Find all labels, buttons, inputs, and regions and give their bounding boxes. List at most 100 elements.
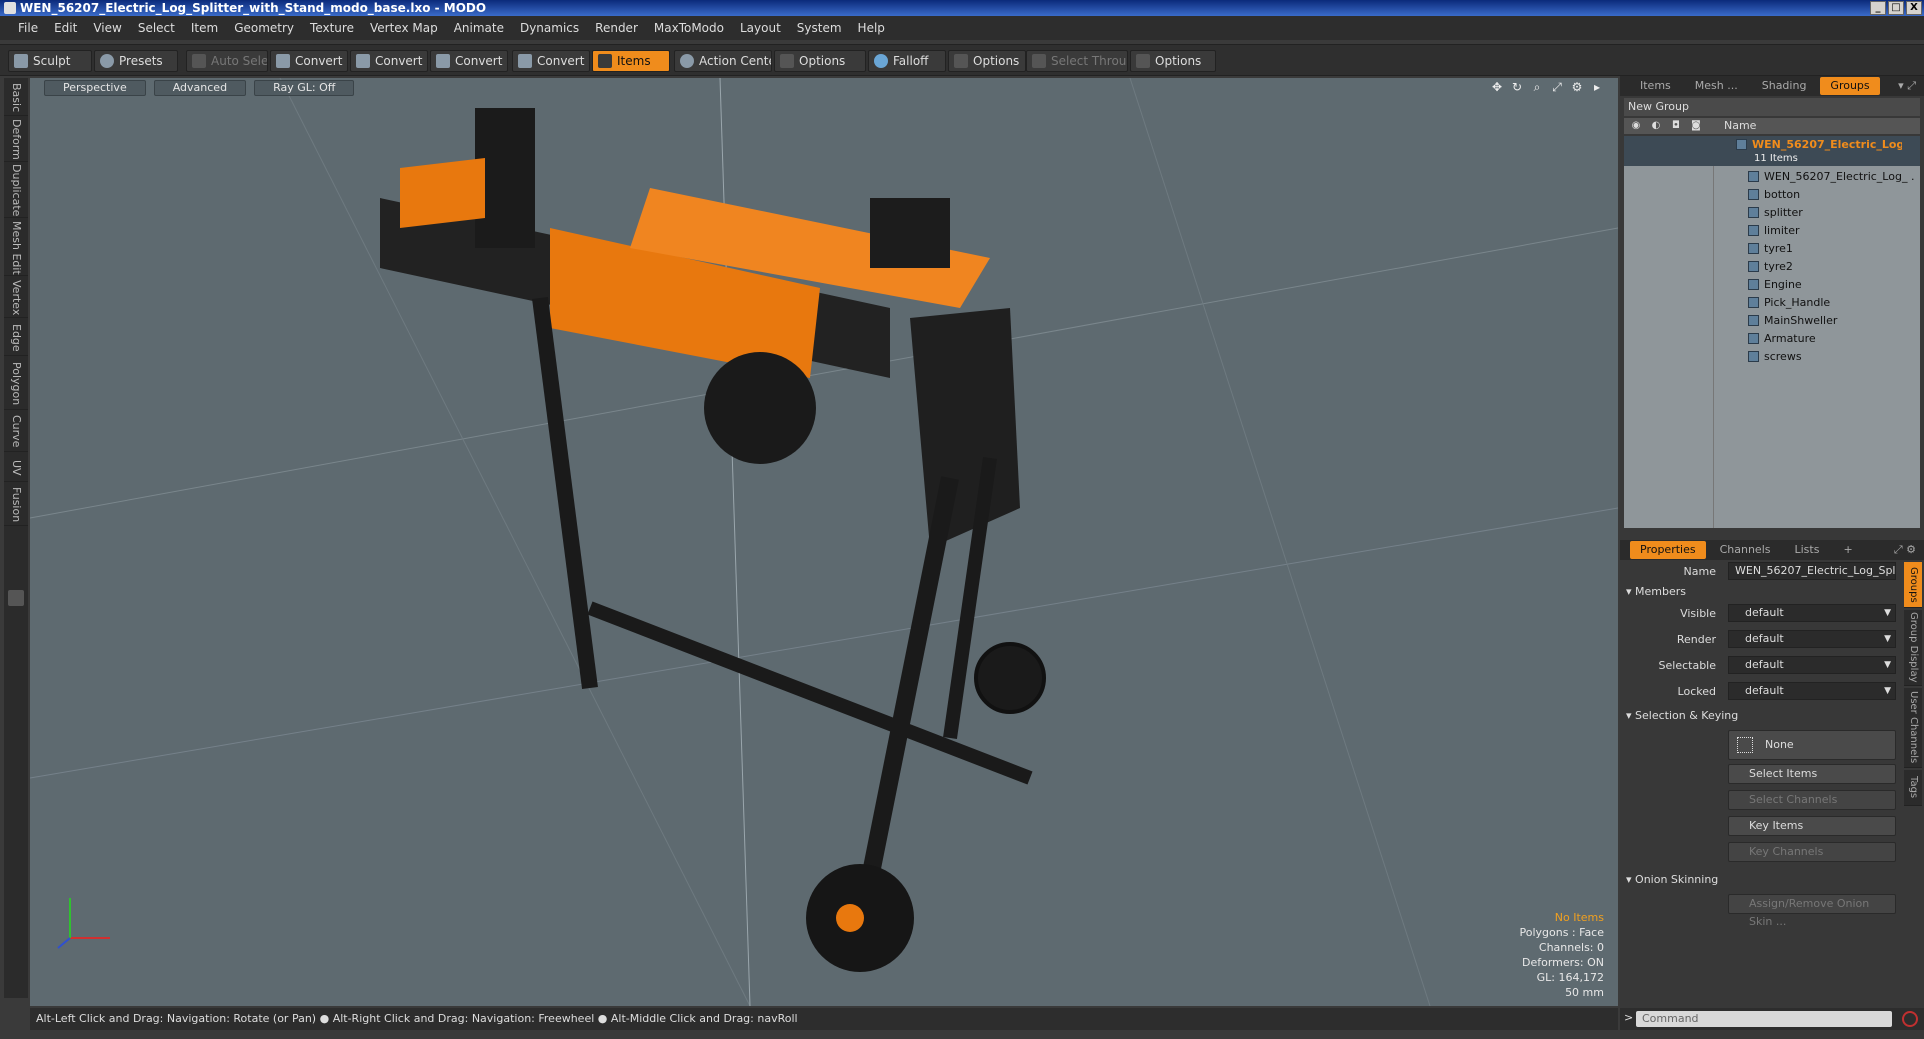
items-mode-button[interactable]: Items bbox=[592, 50, 670, 72]
key-items-button[interactable]: Key Items bbox=[1728, 816, 1896, 836]
render-icon[interactable]: ◐ bbox=[1650, 120, 1662, 132]
panel-menu-icon[interactable]: ▾ ⤢ bbox=[1898, 79, 1916, 93]
tree-item[interactable]: Engine bbox=[1624, 276, 1920, 294]
perspective-dropdown[interactable]: Perspective bbox=[44, 80, 146, 96]
tree-item[interactable]: tyre1 bbox=[1624, 240, 1920, 258]
close-button[interactable]: X bbox=[1906, 1, 1922, 15]
tree-item[interactable]: botton bbox=[1624, 186, 1920, 204]
sculpt-button[interactable]: Sculpt bbox=[8, 50, 92, 72]
3d-viewport[interactable]: No Items Polygons : Face Channels: 0 Def… bbox=[30, 78, 1618, 1006]
render-select[interactable]: default ▼ bbox=[1728, 630, 1896, 648]
tab-curve[interactable]: Curve bbox=[4, 412, 28, 452]
presets-button[interactable]: PresetsF6 bbox=[94, 50, 178, 72]
name-column[interactable]: Name bbox=[1724, 118, 1756, 134]
tree-item[interactable]: Pick_Handle bbox=[1624, 294, 1920, 312]
zoom-icon[interactable]: ⌕ bbox=[1530, 80, 1544, 94]
menu-geometry[interactable]: Geometry bbox=[226, 21, 302, 35]
tab-properties[interactable]: Properties bbox=[1630, 541, 1706, 559]
key-channels-button[interactable]: Key Channels bbox=[1728, 842, 1896, 862]
assign-onion-skin-button[interactable]: Assign/Remove Onion Skin ... bbox=[1728, 894, 1896, 928]
menu-select[interactable]: Select bbox=[130, 21, 183, 35]
onion-skinning-section[interactable]: ▾ Onion Skinning bbox=[1626, 872, 1916, 888]
convert-button-2[interactable]: Convert bbox=[350, 50, 428, 72]
record-icon[interactable] bbox=[1902, 1011, 1918, 1027]
tree-item[interactable]: limiter bbox=[1624, 222, 1920, 240]
menu-edit[interactable]: Edit bbox=[46, 21, 85, 35]
tab-basic[interactable]: Basic bbox=[4, 80, 28, 116]
falloff-options-button[interactable]: Options bbox=[948, 50, 1026, 72]
new-group-button[interactable]: New Group bbox=[1624, 98, 1920, 116]
tab-vertex[interactable]: Vertex bbox=[4, 278, 28, 318]
tree-item[interactable]: Armature bbox=[1624, 330, 1920, 348]
fit-icon[interactable]: ⤢ bbox=[1550, 80, 1564, 94]
play-icon[interactable]: ▸ bbox=[1590, 80, 1604, 94]
tab-channels[interactable]: Channels bbox=[1710, 541, 1781, 559]
group-root-row[interactable]: WEN_56207_Electric_Log ... 11 Items bbox=[1624, 136, 1920, 166]
tree-item[interactable]: MainShweller bbox=[1624, 312, 1920, 330]
menu-help[interactable]: Help bbox=[850, 21, 893, 35]
selection-keying-section[interactable]: ▾ Selection & Keying bbox=[1626, 708, 1916, 724]
menu-file[interactable]: File bbox=[10, 21, 46, 35]
visible-select[interactable]: default ▼ bbox=[1728, 604, 1896, 622]
advanced-dropdown[interactable]: Advanced bbox=[153, 80, 247, 96]
menu-system[interactable]: System bbox=[789, 21, 850, 35]
tab-polygon[interactable]: Polygon bbox=[4, 358, 28, 410]
side-tab-user-channels[interactable]: User Channels bbox=[1904, 688, 1922, 768]
menu-texture[interactable]: Texture bbox=[302, 21, 362, 35]
minimize-button[interactable]: _ bbox=[1870, 1, 1886, 15]
group-name-input[interactable]: WEN_56207_Electric_Log_Splitte bbox=[1728, 562, 1896, 580]
action-center-button[interactable]: Action Center bbox=[674, 50, 772, 72]
side-tab-tags[interactable]: Tags bbox=[1904, 770, 1922, 806]
none-button[interactable]: None bbox=[1728, 730, 1896, 760]
expand-icon[interactable] bbox=[8, 590, 24, 606]
maximize-button[interactable]: □ bbox=[1888, 1, 1904, 15]
lock-icon[interactable]: ◘ bbox=[1670, 120, 1682, 132]
tree-item[interactable]: screws bbox=[1624, 348, 1920, 366]
selectable-select[interactable]: default ▼ bbox=[1728, 656, 1896, 674]
tab-shading[interactable]: Shading bbox=[1752, 77, 1817, 95]
tree-item[interactable]: tyre2 bbox=[1624, 258, 1920, 276]
pan-icon[interactable]: ✥ bbox=[1490, 80, 1504, 94]
select-items-button[interactable]: Select Items bbox=[1728, 764, 1896, 784]
tab-items[interactable]: Items bbox=[1630, 77, 1681, 95]
tab-lists[interactable]: Lists bbox=[1785, 541, 1830, 559]
menu-render[interactable]: Render bbox=[587, 21, 646, 35]
select-channels-button[interactable]: Select Channels bbox=[1728, 790, 1896, 810]
tab-deform[interactable]: Deform bbox=[4, 118, 28, 162]
ray-gl-toggle[interactable]: Ray GL: Off bbox=[254, 80, 355, 96]
tree-item[interactable]: WEN_56207_Electric_Log_ ... bbox=[1624, 168, 1920, 186]
convert-button-4[interactable]: Convert bbox=[512, 50, 590, 72]
gear-icon[interactable]: ⚙ bbox=[1570, 80, 1584, 94]
menu-maxtomodo[interactable]: MaxToModo bbox=[646, 21, 732, 35]
members-section[interactable]: ▾ Members bbox=[1626, 584, 1916, 600]
tab-uv[interactable]: UV bbox=[4, 454, 28, 482]
panel-menu-icon[interactable]: ⤢ ⚙ bbox=[1894, 543, 1916, 557]
auto-select-button[interactable]: Auto Select bbox=[186, 50, 268, 72]
command-input[interactable]: Command bbox=[1636, 1011, 1892, 1027]
menu-layout[interactable]: Layout bbox=[732, 21, 789, 35]
tab-mesh-edit[interactable]: Mesh Edit bbox=[4, 220, 28, 276]
select-icon[interactable]: ◙ bbox=[1690, 120, 1702, 132]
tab-fusion[interactable]: Fusion bbox=[4, 484, 28, 526]
locked-select[interactable]: default ▼ bbox=[1728, 682, 1896, 700]
tab-edge[interactable]: Edge bbox=[4, 320, 28, 356]
convert-button-3[interactable]: Convert bbox=[430, 50, 508, 72]
menu-vertex-map[interactable]: Vertex Map bbox=[362, 21, 446, 35]
select-through-options-button[interactable]: Options bbox=[1130, 50, 1216, 72]
rotate-icon[interactable]: ↻ bbox=[1510, 80, 1524, 94]
menu-item[interactable]: Item bbox=[183, 21, 226, 35]
menu-view[interactable]: View bbox=[85, 21, 129, 35]
side-tab-group-display[interactable]: Group Display bbox=[1904, 610, 1922, 686]
convert-button-1[interactable]: Convert bbox=[270, 50, 348, 72]
add-tab-button[interactable]: + bbox=[1833, 541, 1862, 559]
tree-item[interactable]: splitter bbox=[1624, 204, 1920, 222]
action-center-options-button[interactable]: Options bbox=[774, 50, 866, 72]
tab-groups[interactable]: Groups bbox=[1820, 77, 1880, 95]
side-tab-groups[interactable]: Groups bbox=[1904, 562, 1922, 608]
menu-dynamics[interactable]: Dynamics bbox=[512, 21, 587, 35]
tab-duplicate[interactable]: Duplicate bbox=[4, 164, 28, 218]
select-through-button[interactable]: Select Through bbox=[1026, 50, 1128, 72]
falloff-button[interactable]: Falloff bbox=[868, 50, 946, 72]
tab-mesh[interactable]: Mesh ... bbox=[1685, 77, 1748, 95]
eye-icon[interactable]: ◉ bbox=[1630, 120, 1642, 132]
